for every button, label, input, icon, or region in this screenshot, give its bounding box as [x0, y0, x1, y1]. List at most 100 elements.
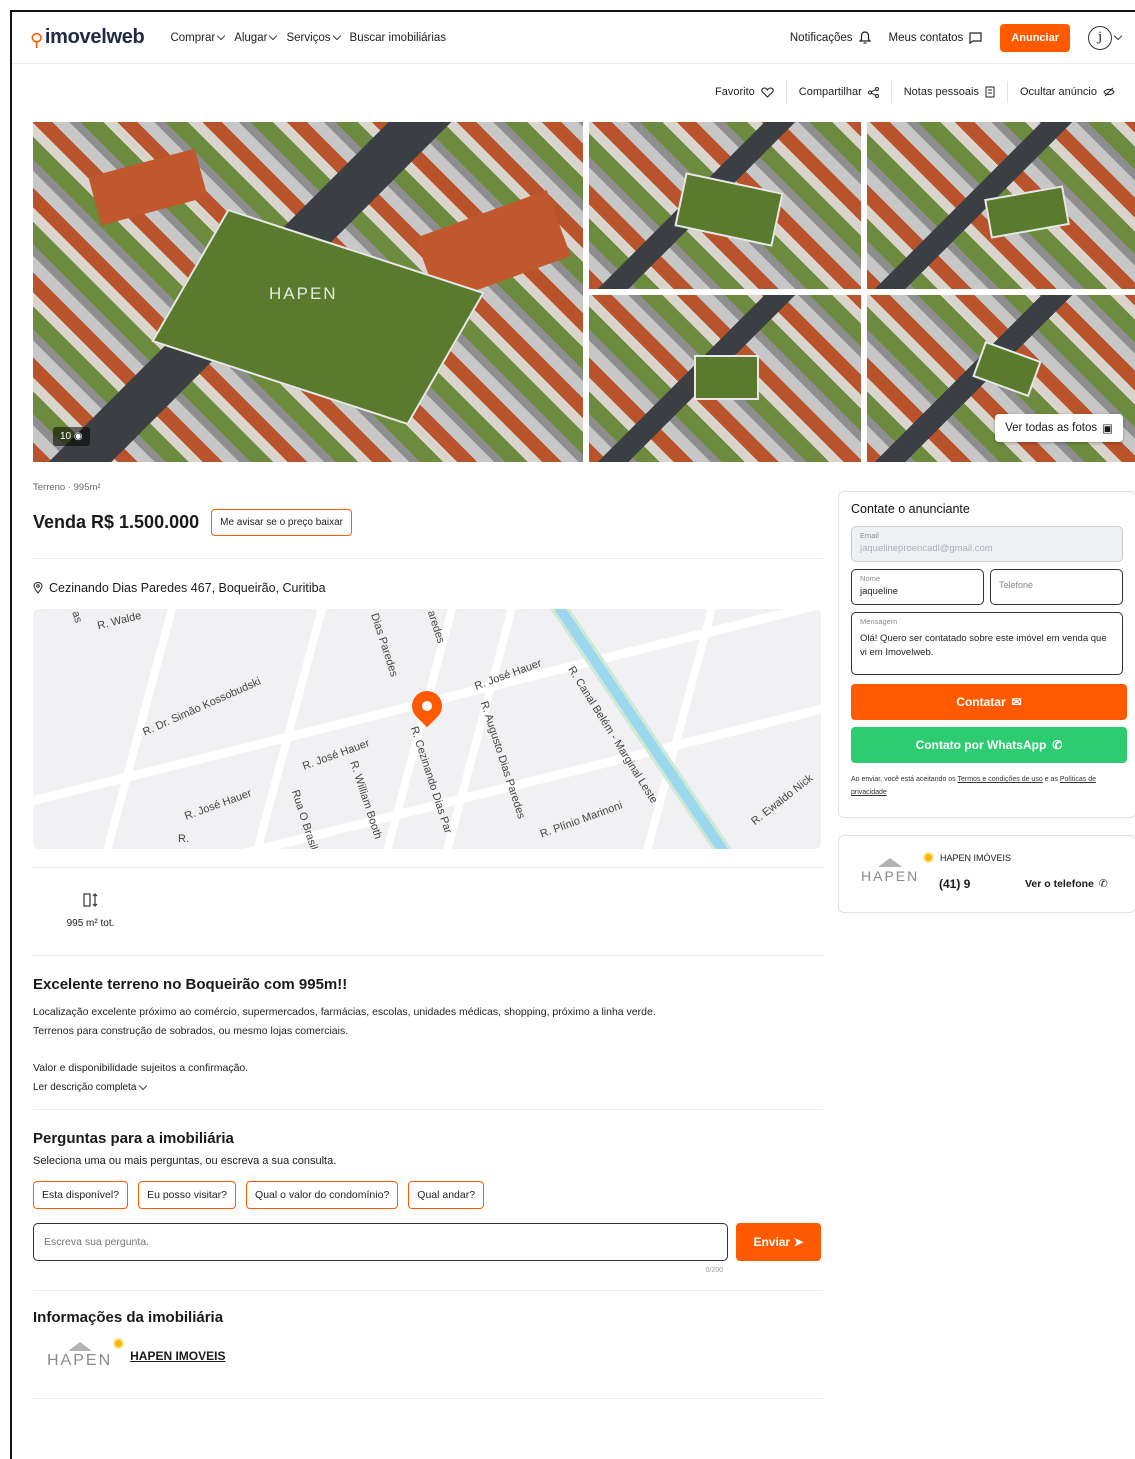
questions-title: Perguntas para a imobiliária — [33, 1129, 234, 1147]
terms-link[interactable]: Termos e condições de uso — [958, 776, 1043, 783]
contact-button-label: Contatar — [956, 695, 1006, 709]
location-map[interactable]: R. Walde R. Dr. Simão Kossobudski Dias P… — [33, 609, 821, 849]
land-lot — [984, 185, 1070, 239]
divider — [33, 558, 823, 559]
aerial-photo: HAPEN — [33, 122, 583, 462]
agency-card-name: HAPEN IMÓVEIS — [940, 853, 1012, 863]
thumb-photo-2[interactable] — [867, 122, 1135, 289]
location-pin-icon — [33, 582, 43, 594]
land-lot — [674, 172, 784, 247]
send-icon: ➤ — [793, 1234, 804, 1249]
chevron-down-icon — [139, 1081, 148, 1090]
map-marker-icon — [405, 684, 449, 728]
agency-logo: HAPEN — [47, 1337, 125, 1370]
chevron-down-icon — [332, 31, 341, 41]
notes-label: Notas pessoais — [903, 86, 979, 98]
listing-actions: Favorito Compartilhar Notas pessoais Ocu… — [12, 64, 1135, 120]
nav-comprar[interactable]: Comprar — [170, 31, 226, 44]
nav-servicos[interactable]: Serviços — [286, 31, 341, 44]
question-chip[interactable]: Esta disponível? — [33, 1180, 129, 1209]
my-contacts-link[interactable]: Meus contatos — [889, 32, 983, 44]
map-street-label: R. Augusto Dias Paredes — [477, 699, 528, 821]
question-chip[interactable]: Qual andar? — [408, 1180, 485, 1209]
map-street-label: R. Walde — [96, 609, 143, 633]
agency-logo-text: HAPEN — [861, 868, 920, 884]
read-more-link[interactable]: Ler descrição completa — [33, 1081, 823, 1093]
notes-icon — [985, 86, 995, 98]
message-field[interactable]: Mensagem Olá! Quero ser contatado sobre … — [851, 612, 1123, 675]
thumb-photo-1[interactable] — [589, 122, 861, 289]
character-counter: 0/200 — [705, 1266, 723, 1274]
thumb-photo-3[interactable] — [589, 295, 861, 462]
aerial-photo — [589, 122, 861, 289]
share-label: Compartilhar — [798, 86, 862, 98]
map-street-label: Dias Paredes — [368, 611, 400, 679]
favorite-button[interactable]: Favorito — [703, 86, 786, 98]
address: Cezinando Dias Paredes 467, Boqueirão, C… — [33, 581, 823, 595]
price-alert-button[interactable]: Me avisar se o preço baixar — [211, 509, 352, 536]
notifications-label: Notificações — [789, 31, 853, 44]
email-field[interactable]: Email jaquelineproencadl@gmail.com — [851, 526, 1123, 562]
view-phone-button[interactable]: Ver o telefone ✆ — [1025, 878, 1108, 890]
divider — [33, 867, 823, 868]
nav-buscar-imobiliarias[interactable]: Buscar imobiliárias — [350, 32, 447, 44]
questions-subtitle: Seleciona uma ou mais perguntas, ou escr… — [33, 1154, 337, 1167]
chevron-down-icon — [216, 31, 226, 41]
map-street-label: R. José Hauer — [183, 787, 254, 823]
read-more-label: Ler descrição completa — [33, 1081, 137, 1093]
name-field[interactable]: Nome jaqueline — [851, 569, 984, 605]
description-line: Localização excelente próximo ao comérci… — [33, 1006, 656, 1018]
photo-gallery: HAPEN 10 ◉ Ver todas as fotos ▣ — [33, 122, 1135, 462]
imovelweb-logo[interactable]: ⚲ imovelweb — [30, 26, 145, 49]
eye-off-icon — [1103, 87, 1115, 97]
message-value: Olá! Quero ser contatado sobre este imóv… — [860, 633, 1107, 659]
email-label: Email — [860, 531, 879, 540]
personal-notes-button[interactable]: Notas pessoais — [892, 86, 1007, 98]
chevron-down-icon — [1113, 31, 1123, 41]
description-line: Valor e disponibilidade sujeitos a confi… — [33, 1061, 249, 1074]
description-title: Excelente terreno no Boqueirão com 995m!… — [33, 976, 348, 993]
chat-icon — [969, 31, 982, 44]
notifications-link[interactable]: Notificações — [790, 31, 871, 44]
mail-icon: ✉ — [1011, 695, 1022, 709]
description-line: Terrenos para construção de sobrados, ou… — [33, 1024, 349, 1037]
map-street-label: R. Cezinando Dias Par — [407, 724, 454, 836]
name-phone-row: Nome jaqueline Telefone — [851, 569, 1123, 605]
hide-listing-button[interactable]: Ocultar anúncio — [1008, 86, 1127, 98]
message-label: Mensagem — [860, 617, 898, 626]
question-chip[interactable]: Eu posso visitar? — [138, 1180, 237, 1209]
user-avatar: j — [1088, 25, 1112, 50]
nav-alugar[interactable]: Alugar — [234, 32, 278, 44]
map-street-label: R. Dr. Simão Kossobudski — [141, 675, 263, 739]
phone-icon: ✆ — [1098, 878, 1108, 890]
thumb-photo-4[interactable]: Ver todas as fotos ▣ — [867, 295, 1135, 462]
page-frame: ⚲ imovelweb Comprar Alugar Serviços Busc… — [10, 10, 1135, 1459]
see-all-photos-button[interactable]: Ver todas as fotos ▣ — [995, 414, 1123, 442]
phone-label: Telefone — [999, 580, 1034, 590]
phone-field[interactable]: Telefone — [990, 569, 1123, 605]
whatsapp-button[interactable]: Contato por WhatsApp ✆ — [851, 727, 1127, 763]
land-lot — [694, 355, 759, 400]
send-button[interactable]: Enviar ➤ — [736, 1222, 821, 1261]
share-button[interactable]: Compartilhar — [787, 86, 891, 98]
question-input[interactable] — [33, 1222, 728, 1261]
question-form: Enviar ➤ — [33, 1222, 823, 1261]
question-chip[interactable]: Qual o valor do condomínio? — [246, 1180, 399, 1209]
anunciar-button[interactable]: Anunciar — [1000, 23, 1070, 52]
feature-area: 995 m² tot. — [33, 892, 148, 929]
contact-form-title: Contate o anunciante — [851, 502, 970, 516]
agency-name-link[interactable]: HAPEN IMOVEIS — [130, 1349, 225, 1363]
camera-icon: ◉ — [73, 431, 83, 442]
send-label: Enviar — [753, 1234, 791, 1249]
contacts-label: Meus contatos — [888, 31, 964, 44]
main-photo[interactable]: HAPEN 10 ◉ — [33, 122, 583, 462]
property-type: Terreno · 995m² — [33, 482, 101, 493]
whatsapp-button-label: Contato por WhatsApp — [915, 738, 1047, 752]
agency-info-title: Informações da imobiliária — [33, 1308, 224, 1326]
whatsapp-icon: ✆ — [1052, 738, 1063, 752]
legal-text: Ao enviar, você está aceitando os — [851, 776, 958, 783]
user-menu[interactable]: j — [1088, 25, 1123, 50]
nav-label: Comprar — [170, 31, 216, 44]
contact-button[interactable]: Contatar ✉ — [851, 684, 1127, 720]
area-icon — [82, 893, 97, 907]
